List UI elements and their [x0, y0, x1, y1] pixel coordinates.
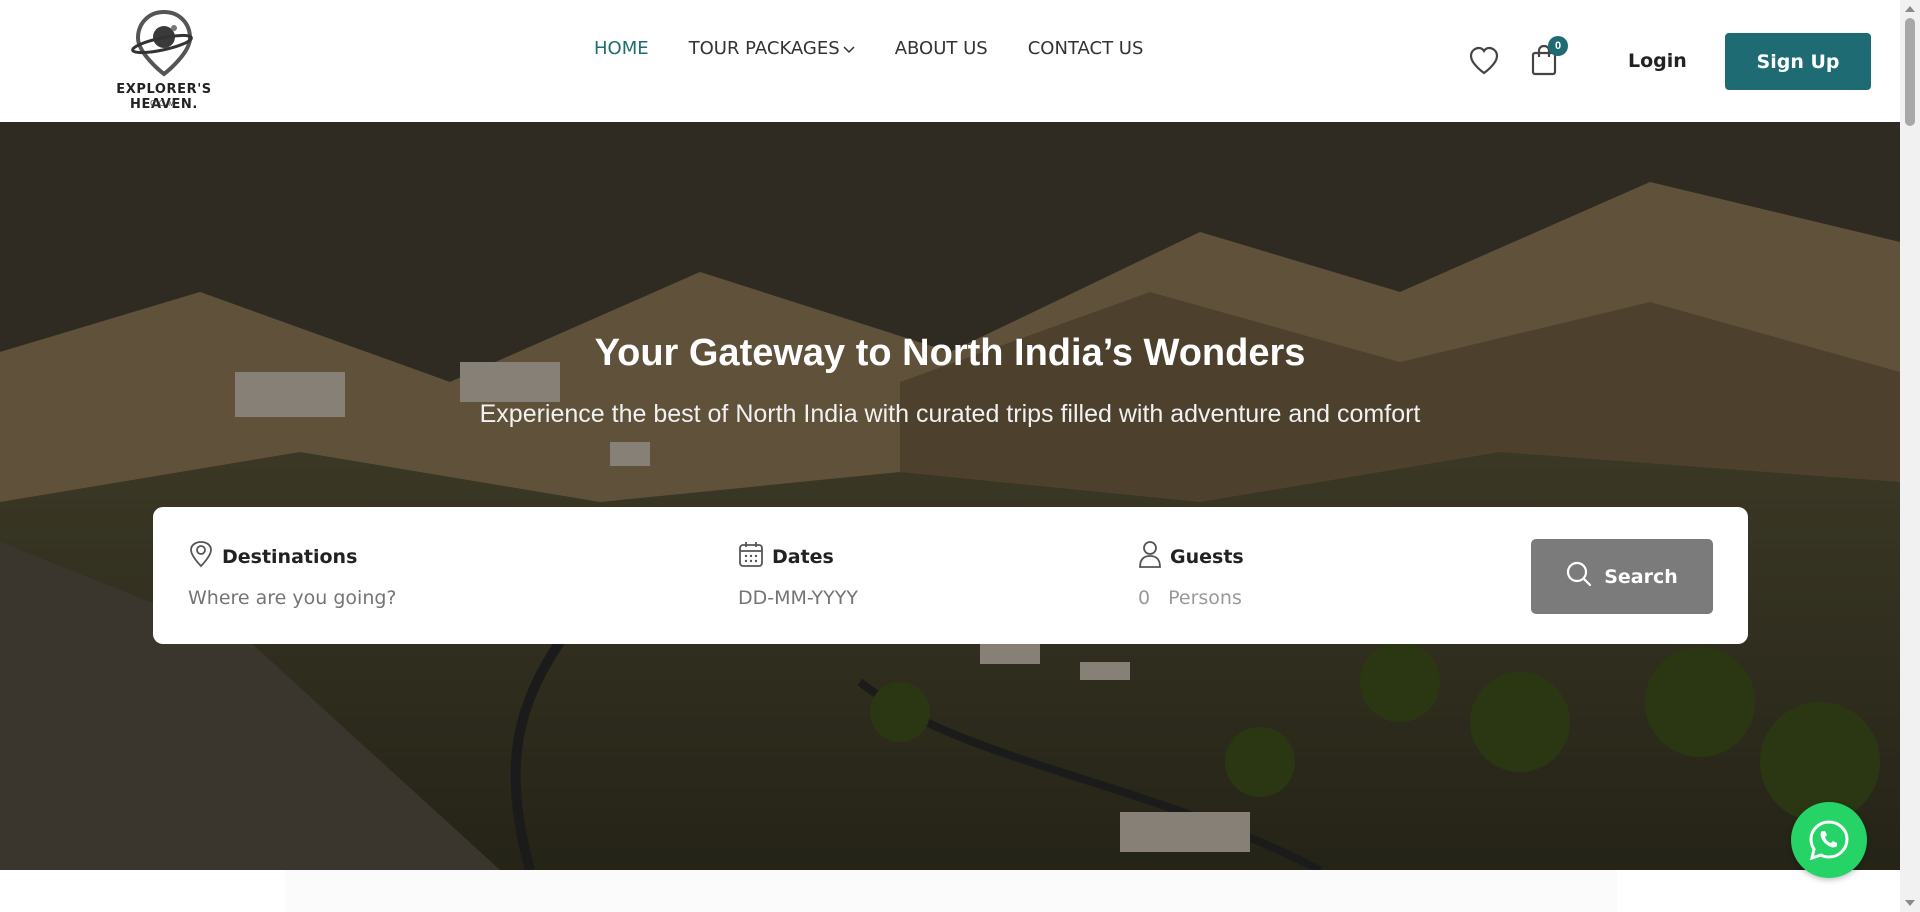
scroll-up-arrow-icon[interactable]: [1905, 6, 1915, 12]
nav-tour-packages-label: TOUR PACKAGES: [688, 38, 840, 59]
main-nav: HOME TOUR PACKAGES ABOUT US CONTACT US: [594, 38, 1143, 59]
nav-contact-us[interactable]: CONTACT US: [1028, 38, 1144, 59]
search-button-label: Search: [1604, 565, 1678, 588]
calendar-icon: [738, 540, 764, 573]
whatsapp-icon: [1809, 820, 1849, 861]
search-button[interactable]: Search: [1531, 539, 1713, 614]
destinations-field[interactable]: Destinations: [188, 540, 488, 609]
hero-subtitle: Experience the best of North India with …: [479, 400, 1421, 428]
dates-input[interactable]: [738, 587, 938, 609]
scrollbar-thumb[interactable]: [1905, 18, 1915, 126]
logo-pin-icon: [131, 10, 193, 77]
dates-field[interactable]: Dates: [738, 540, 938, 609]
site-header: EXPLORER'S HEAVEN. COM HOME TOUR PACKAGE…: [0, 0, 1900, 122]
nav-home-label: HOME: [594, 38, 649, 59]
nav-tour-packages[interactable]: TOUR PACKAGES: [689, 38, 855, 59]
chevron-down-icon: [843, 38, 855, 59]
whatsapp-chat-button[interactable]: [1791, 802, 1867, 878]
hero-section: Your Gateway to North India’s Wonders Ex…: [0, 122, 1900, 870]
nav-home[interactable]: HOME: [594, 38, 649, 59]
nav-about-us[interactable]: ABOUT US: [895, 38, 988, 59]
next-section-preview: [285, 870, 1617, 912]
hero-overlay: [0, 122, 1900, 870]
login-link[interactable]: Login: [1628, 50, 1687, 72]
search-icon: [1566, 561, 1592, 592]
cart-count-badge: 0: [1548, 36, 1568, 56]
guests-field[interactable]: Guests 0 Persons: [1138, 540, 1244, 609]
guests-label: Guests: [1170, 545, 1244, 568]
brand-logo[interactable]: EXPLORER'S HEAVEN. COM: [80, 10, 248, 112]
person-icon: [1138, 540, 1162, 573]
guests-count[interactable]: 0: [1138, 587, 1150, 609]
page-scrollbar[interactable]: [1900, 0, 1920, 912]
destinations-label: Destinations: [222, 545, 358, 568]
nav-contact-us-label: CONTACT US: [1027, 38, 1144, 59]
guests-unit: Persons: [1168, 587, 1242, 609]
brand-sub: COM: [150, 99, 178, 108]
hero-title: Your Gateway to North India’s Wonders: [594, 332, 1306, 374]
heart-icon[interactable]: [1468, 46, 1500, 81]
map-pin-icon: [188, 540, 214, 573]
sign-up-button[interactable]: Sign Up: [1725, 33, 1871, 90]
destinations-input[interactable]: [188, 587, 488, 609]
dates-label: Dates: [772, 545, 834, 568]
scroll-down-arrow-icon[interactable]: [1905, 900, 1915, 906]
search-panel: Destinations Dates: [153, 507, 1748, 644]
nav-about-us-label: ABOUT US: [894, 38, 988, 59]
